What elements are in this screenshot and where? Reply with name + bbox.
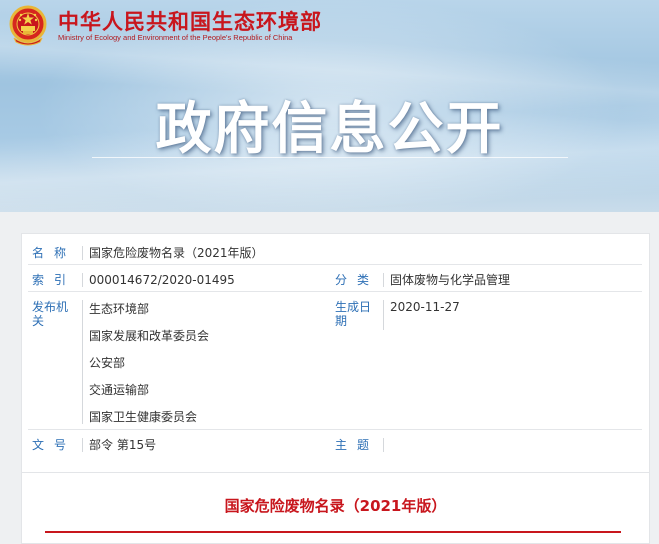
label-separator	[82, 273, 83, 287]
issuer-item: 生态环境部	[89, 302, 150, 316]
ministry-name-cn[interactable]: 中华人民共和国生态环境部	[58, 6, 322, 36]
meta-row-issuer: 发布机关 生态环境部 国家发展和改革委员会 公安部 交通运输部 国家卫生健康委员…	[22, 298, 649, 426]
label-separator	[82, 438, 83, 452]
issuer-label: 发布机关	[32, 300, 69, 328]
document-metadata-panel: 名称 国家危险废物名录（2021年版） 索引 000014672/2020-01…	[21, 233, 650, 475]
issuer-item: 国家发展和改革委员会	[89, 329, 210, 343]
row-divider	[28, 264, 642, 265]
national-emblem-icon[interactable]	[6, 4, 50, 48]
label-separator	[383, 438, 384, 452]
category-value: 固体废物与化学品管理	[390, 273, 511, 287]
label-separator	[383, 273, 384, 287]
banner-divider	[92, 157, 568, 158]
label-separator	[383, 300, 384, 330]
document-body-panel: 国家危险废物名录（2021年版）	[21, 472, 650, 544]
meta-row-docno: 文号 部令 第15号 主题	[22, 436, 649, 454]
meta-row-index: 索引 000014672/2020-01495 分类 固体废物与化学品管理	[22, 271, 649, 289]
name-value: 国家危险废物名录（2021年版）	[89, 246, 264, 260]
issuer-item: 公安部	[89, 356, 126, 370]
issuer-item: 国家卫生健康委员会	[89, 410, 198, 424]
subject-label: 主题	[335, 438, 380, 452]
index-label: 索引	[32, 273, 77, 287]
content-area: 名称 国家危险废物名录（2021年版） 索引 000014672/2020-01…	[4, 212, 659, 544]
issuer-item: 交通运输部	[89, 383, 150, 397]
meta-row-name: 名称 国家危险废物名录（2021年版）	[22, 244, 649, 262]
row-divider	[28, 291, 642, 292]
document-title: 国家危险废物名录（2021年版）	[224, 497, 447, 515]
ministry-name-en[interactable]: Ministry of Ecology and Environment of t…	[58, 33, 292, 42]
page-title: 政府信息公开	[155, 97, 504, 162]
header-banner: 中华人民共和国生态环境部 Ministry of Ecology and Env…	[0, 0, 659, 212]
name-label: 名称	[32, 246, 77, 260]
category-label: 分类	[335, 273, 380, 287]
docno-value: 部令 第15号	[89, 438, 157, 452]
docno-label: 文号	[32, 438, 77, 452]
row-divider	[28, 429, 642, 430]
index-value: 000014672/2020-01495	[89, 273, 235, 287]
date-label: 生成日期	[335, 300, 372, 328]
date-value: 2020-11-27	[390, 300, 460, 314]
label-separator	[82, 246, 83, 260]
label-separator	[82, 300, 83, 424]
title-divider	[45, 531, 621, 533]
